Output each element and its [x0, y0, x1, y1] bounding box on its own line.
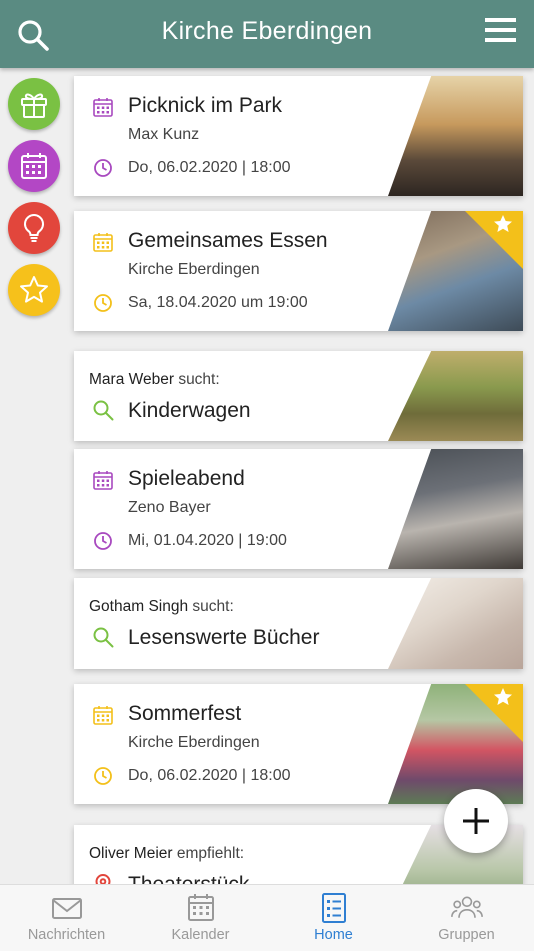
recommendation-author: Oliver Meier empfiehlt:	[89, 845, 244, 863]
gift-filter-button[interactable]	[8, 78, 60, 130]
clock-icon	[94, 532, 112, 550]
person-name[interactable]: Oliver Meier	[89, 845, 173, 862]
search-photo	[388, 578, 523, 669]
bottom-tab-bar: Nachrichten Kalender Home Gruppen	[0, 884, 534, 951]
event-title: Spieleabend	[128, 467, 245, 490]
search-icon	[93, 627, 114, 648]
person-name[interactable]: Gotham Singh	[89, 598, 188, 615]
star-icon	[20, 276, 48, 303]
event-datetime: Mi, 01.04.2020 | 19:00	[128, 532, 287, 549]
tab-nachrichten[interactable]: Nachrichten	[0, 885, 133, 951]
event-organizer: Kirche Eberdingen	[128, 734, 260, 751]
event-card[interactable]: Gemeinsames Essen Kirche Eberdingen Sa, …	[74, 211, 523, 331]
event-photo	[388, 76, 523, 196]
event-title: Gemeinsames Essen	[128, 229, 328, 252]
event-card[interactable]: Sommerfest Kirche Eberdingen Do, 06.02.2…	[74, 684, 523, 804]
page-title: Kirche Eberdingen	[161, 17, 373, 45]
search-photo	[388, 351, 523, 441]
list-icon	[321, 893, 346, 923]
search-icon	[93, 400, 114, 421]
tab-gruppen[interactable]: Gruppen	[400, 885, 533, 951]
search-title: Lesenswerte Bücher	[128, 626, 320, 649]
plus-icon	[463, 808, 489, 834]
tab-label: Gruppen	[438, 927, 495, 943]
event-card[interactable]: Picknick im Park Max Kunz Do, 06.02.2020…	[74, 76, 523, 196]
search-title: Kinderwagen	[128, 399, 251, 422]
calendar-icon	[93, 471, 113, 490]
search-card[interactable]: Gotham Singh sucht: Lesenswerte Bücher	[74, 578, 523, 669]
person-name[interactable]: Mara Weber	[89, 371, 174, 388]
lightbulb-icon	[23, 213, 45, 242]
starred-ribbon	[465, 211, 523, 269]
calendar-icon	[187, 894, 214, 921]
gift-icon	[21, 93, 47, 118]
action-verb: sucht:	[178, 371, 220, 388]
calendar-icon	[93, 98, 113, 117]
hamburger-menu-icon[interactable]	[484, 16, 518, 46]
event-datetime: Do, 06.02.2020 | 18:00	[128, 767, 291, 784]
clock-icon	[94, 767, 112, 785]
action-verb: empfiehlt:	[176, 845, 245, 862]
event-title: Picknick im Park	[128, 94, 283, 117]
idea-filter-button[interactable]	[8, 202, 60, 254]
add-button[interactable]	[444, 789, 508, 853]
event-datetime: Do, 06.02.2020 | 18:00	[128, 159, 291, 176]
clock-icon	[94, 294, 112, 312]
search-author: Gotham Singh sucht:	[89, 598, 234, 616]
calendar-icon	[93, 233, 113, 252]
groups-icon	[450, 896, 483, 918]
event-organizer: Zeno Bayer	[128, 499, 211, 516]
starred-ribbon	[465, 684, 523, 742]
search-author: Mara Weber sucht:	[89, 371, 220, 389]
search-card[interactable]: Mara Weber sucht: Kinderwagen	[74, 351, 523, 441]
tab-label: Kalender	[171, 927, 230, 943]
mail-icon	[51, 898, 82, 919]
action-verb: sucht:	[192, 598, 234, 615]
clock-icon	[94, 159, 112, 177]
event-photo	[388, 449, 523, 569]
event-title: Sommerfest	[128, 702, 242, 725]
event-organizer: Kirche Eberdingen	[128, 261, 260, 278]
app-header: Kirche Eberdingen	[0, 0, 534, 68]
tab-home[interactable]: Home	[267, 885, 400, 951]
calendar-icon	[21, 153, 47, 179]
tab-label: Nachrichten	[27, 927, 106, 943]
tab-label: Home	[314, 927, 353, 943]
event-organizer: Max Kunz	[128, 126, 200, 143]
favorites-filter-button[interactable]	[8, 264, 60, 316]
event-datetime: Sa, 18.04.2020 um 19:00	[128, 294, 308, 311]
event-card[interactable]: Spieleabend Zeno Bayer Mi, 01.04.2020 | …	[74, 449, 523, 569]
calendar-filter-button[interactable]	[8, 140, 60, 192]
calendar-icon	[93, 706, 113, 725]
tab-kalender[interactable]: Kalender	[134, 885, 267, 951]
